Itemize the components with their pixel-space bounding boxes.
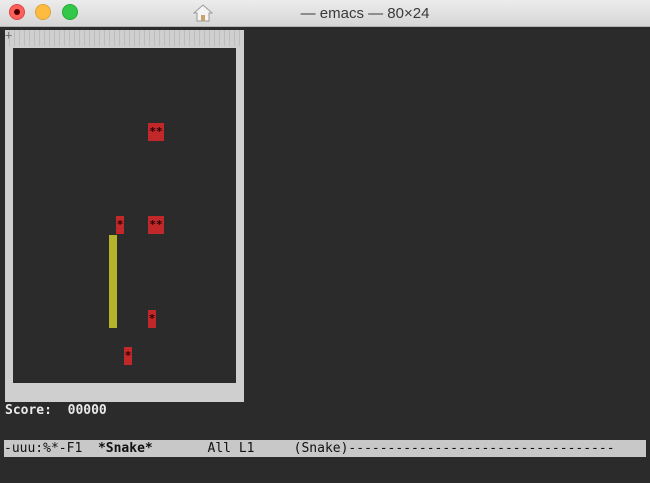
modeline-status: -uuu:%*-F1 <box>4 441 83 456</box>
fruit: ** <box>148 216 164 234</box>
modeline-position: All L1 <box>207 441 255 456</box>
fruit: * <box>148 310 156 328</box>
score-value: 00000 <box>67 403 107 418</box>
modeline-mode: (Snake)---------------------------------… <box>293 441 615 456</box>
modeline-buffer-name: *Snake* <box>97 441 153 456</box>
fruit: ** <box>148 123 164 141</box>
snake-arena-border: + ** * ** * * <box>5 28 244 402</box>
snake-body <box>109 235 117 328</box>
fruit: * <box>124 347 132 365</box>
terminal-area[interactable]: + ** * ** * * Score: 00000 -uuu:%*-F1 *S… <box>0 27 650 483</box>
score-line: Score: 00000 <box>5 403 107 418</box>
title-bar[interactable]: — emacs — 80×24 <box>0 0 650 27</box>
fruit: * <box>116 216 124 234</box>
arena-top-border <box>5 30 244 46</box>
mode-line: -uuu:%*-F1 *Snake* All L1 (Snake)-------… <box>4 440 646 457</box>
score-label: Score: <box>5 403 52 418</box>
snake-arena: ** * ** * * <box>13 48 236 383</box>
window-title: — emacs — 80×24 <box>300 5 430 22</box>
emacs-window: — emacs — 80×24 + ** * ** * * Score: 000… <box>0 0 650 483</box>
corner-plus-mark: + <box>5 28 13 42</box>
